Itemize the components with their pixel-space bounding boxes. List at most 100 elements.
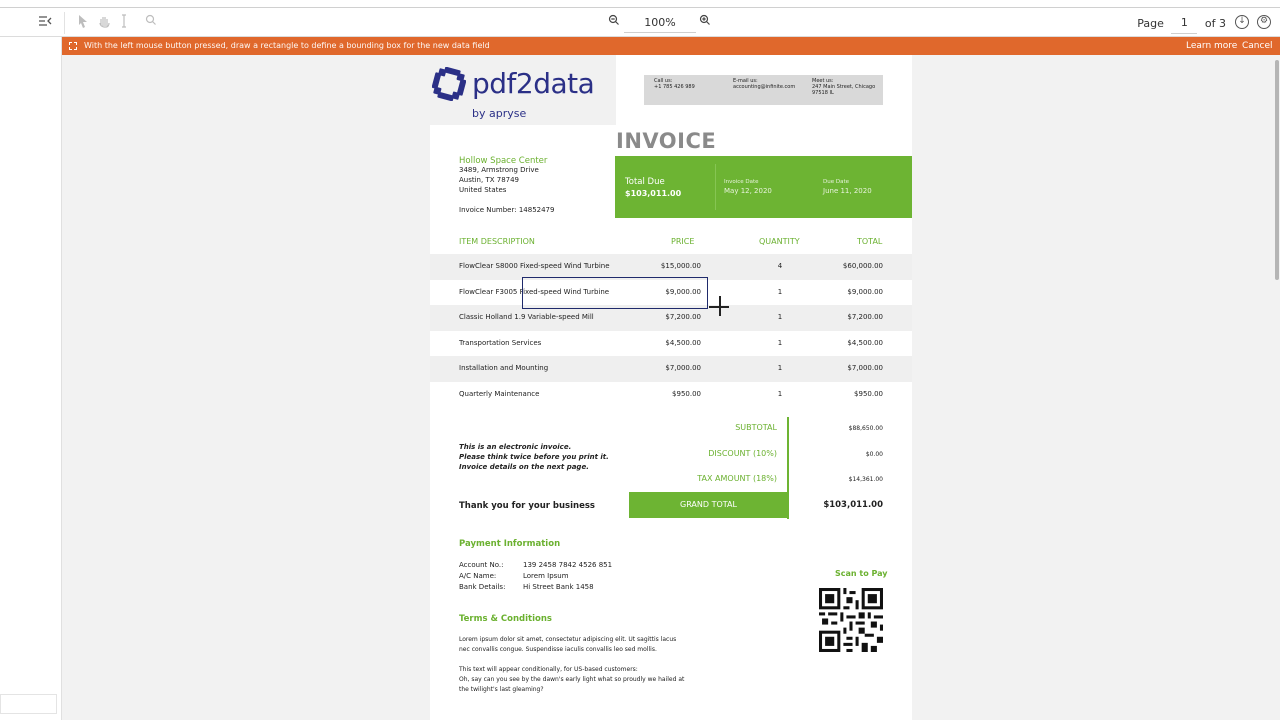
banner-message: With the left mouse button pressed, draw… bbox=[84, 41, 490, 50]
item-total: $4,500.00 bbox=[847, 338, 883, 347]
total-due-value: $103,011.00 bbox=[625, 189, 682, 198]
invoice-date-label: Invoice Date bbox=[724, 179, 759, 185]
item-total: $950.00 bbox=[854, 389, 883, 398]
download-icon[interactable]: ↓ bbox=[1235, 15, 1249, 29]
discount-value: $0.00 bbox=[865, 451, 883, 458]
bank-value: Hi Street Bank 1458 bbox=[523, 583, 594, 591]
bounding-box-selection[interactable] bbox=[522, 277, 708, 309]
select-pointer-icon[interactable] bbox=[75, 14, 91, 30]
col-header-total: TOTAL bbox=[857, 237, 883, 246]
terms-title: Terms & Conditions bbox=[459, 614, 552, 624]
address-line-2: 97518 IL bbox=[812, 90, 834, 96]
logo-wordmark: pdf2data bbox=[472, 67, 595, 100]
item-quantity: 4 bbox=[777, 262, 783, 270]
item-description: Quarterly Maintenance bbox=[459, 389, 540, 398]
zoom-level-input[interactable]: 100% bbox=[624, 13, 696, 33]
zoom-in-icon[interactable] bbox=[697, 14, 713, 30]
table-row: Installation and Mounting $7,000.00 1 $7,00… bbox=[430, 356, 912, 382]
col-header-price: PRICE bbox=[671, 237, 695, 246]
tax-label: TAX AMOUNT (18%) bbox=[697, 474, 777, 483]
total-due-label: Total Due bbox=[625, 177, 665, 187]
item-quantity: 1 bbox=[777, 389, 783, 398]
tax-value: $14,361.00 bbox=[848, 476, 883, 483]
item-total: $7,200.00 bbox=[847, 313, 883, 321]
bill-to-line-3: United States bbox=[459, 186, 507, 194]
item-quantity: 1 bbox=[777, 364, 783, 372]
item-price: $15,000.00 bbox=[660, 262, 701, 270]
crosshair-cursor-icon bbox=[709, 296, 729, 316]
item-total: $9,000.00 bbox=[847, 287, 883, 296]
account-value: 139 2458 7842 4526 851 bbox=[523, 561, 613, 569]
item-description: Transportation Services bbox=[459, 338, 542, 347]
invoice-title: INVOICE bbox=[616, 129, 717, 153]
ac-name-value: Lorem Ipsum bbox=[523, 572, 569, 580]
item-price: $4,500.00 bbox=[665, 338, 701, 347]
payment-info-title: Payment Information bbox=[459, 539, 561, 549]
contact-address: Meet us: 247 Main Street, Chicago 97518 … bbox=[812, 78, 875, 96]
scan-to-pay-label: Scan to Pay bbox=[835, 569, 888, 578]
grand-total-label: GRAND TOTAL bbox=[629, 492, 788, 518]
call-value: +1 785 426 989 bbox=[654, 84, 695, 90]
bill-to-line-2: Austin, TX 78749 bbox=[459, 176, 520, 184]
invoice-date-value: May 12, 2020 bbox=[724, 187, 772, 195]
search-icon[interactable] bbox=[143, 14, 159, 30]
table-row: Quarterly Maintenance $950.00 1 $950.00 bbox=[430, 382, 912, 408]
pan-hand-icon[interactable] bbox=[96, 14, 112, 30]
panel-footer-box[interactable] bbox=[0, 694, 57, 714]
zoom-out-icon[interactable] bbox=[606, 14, 622, 30]
col-header-quantity: QUANTITY bbox=[759, 237, 800, 246]
item-quantity: 1 bbox=[777, 313, 783, 321]
contact-email: E-mail us: accounting@infinite.com bbox=[733, 78, 795, 90]
invoice-number: Invoice Number: 14852479 bbox=[459, 206, 555, 214]
item-description: FlowClear S8000 Fixed-speed Wind Turbine bbox=[459, 262, 610, 270]
cancel-button[interactable]: Cancel bbox=[1242, 37, 1273, 55]
table-row: FlowClear S8000 Fixed-speed Wind Turbine… bbox=[430, 254, 912, 280]
contact-call: Call us: +1 785 426 989 bbox=[654, 78, 695, 90]
email-value: accounting@infinite.com bbox=[733, 84, 796, 90]
bounding-box-icon bbox=[69, 42, 77, 50]
item-quantity: 1 bbox=[777, 287, 783, 296]
discount-label: DISCOUNT (10%) bbox=[708, 449, 777, 458]
item-description: Installation and Mounting bbox=[459, 364, 549, 372]
ac-name-label: A/C Name: bbox=[459, 572, 497, 580]
note-line-2: Please think twice before you print it. bbox=[459, 453, 609, 461]
table-row: Transportation Services $4,500.00 1 $4,500.… bbox=[430, 331, 912, 357]
grand-total-value: $103,011.00 bbox=[823, 500, 883, 510]
terms-p1-line-1: Lorem ipsum dolor sit amet, consectetur … bbox=[459, 636, 677, 643]
item-total: $7,000.00 bbox=[847, 364, 883, 372]
vertical-scrollbar[interactable] bbox=[1274, 55, 1280, 720]
settings-icon[interactable]: ⚙ bbox=[1257, 15, 1271, 29]
page-label: Page bbox=[1137, 16, 1164, 30]
left-side-panel bbox=[0, 37, 62, 720]
account-label: Account No.: bbox=[459, 561, 504, 569]
toolbar-divider bbox=[64, 12, 65, 34]
due-date-value: June 11, 2020 bbox=[823, 187, 872, 195]
document-page[interactable]: pdf2data by apryse Call us: +1 785 426 9… bbox=[430, 55, 912, 720]
total-due-box: Total Due $103,011.00 Invoice Date May 1… bbox=[615, 156, 912, 218]
bill-to-line-1: 3489, Armstrong Drive bbox=[459, 166, 539, 174]
terms-p1-line-2: nec convallis congue. Suspendisse iaculi… bbox=[459, 646, 657, 653]
bank-label: Bank Details: bbox=[459, 583, 506, 591]
collapse-panel-icon[interactable] bbox=[37, 14, 53, 30]
due-box-divider bbox=[715, 164, 716, 210]
terms-p2-line-2: Oh, say can you see by the dawn's early … bbox=[459, 676, 685, 683]
text-select-icon[interactable] bbox=[116, 14, 132, 30]
scrollbar-thumb[interactable] bbox=[1275, 60, 1279, 280]
item-quantity: 1 bbox=[777, 338, 783, 347]
payment-qr-code bbox=[819, 588, 883, 652]
pdf2data-logo-icon bbox=[432, 67, 466, 101]
page-number-input[interactable]: 1 bbox=[1171, 13, 1198, 34]
bill-to-name: Hollow Space Center bbox=[459, 156, 548, 166]
instruction-banner: With the left mouse button pressed, draw… bbox=[62, 37, 1280, 55]
viewer-toolbar: 100% Page 1 of 3 ↓ ⚙ bbox=[0, 8, 1280, 37]
electronic-invoice-note: This is an electronic invoice. Please th… bbox=[459, 442, 609, 472]
learn-more-link[interactable]: Learn more bbox=[1186, 37, 1237, 55]
terms-p2-line-1: This text will appear conditionally, for… bbox=[459, 666, 638, 673]
terms-paragraph-1: Lorem ipsum dolor sit amet, consectetur … bbox=[459, 635, 689, 655]
item-price: $950.00 bbox=[672, 389, 701, 398]
thank-you-text: Thank you for your business bbox=[459, 501, 595, 511]
item-total: $60,000.00 bbox=[842, 262, 883, 270]
logo-subtitle: by apryse bbox=[472, 107, 527, 120]
window-top-edge bbox=[0, 0, 1280, 8]
page-navigator: Page 1 of 3 bbox=[1137, 13, 1226, 34]
